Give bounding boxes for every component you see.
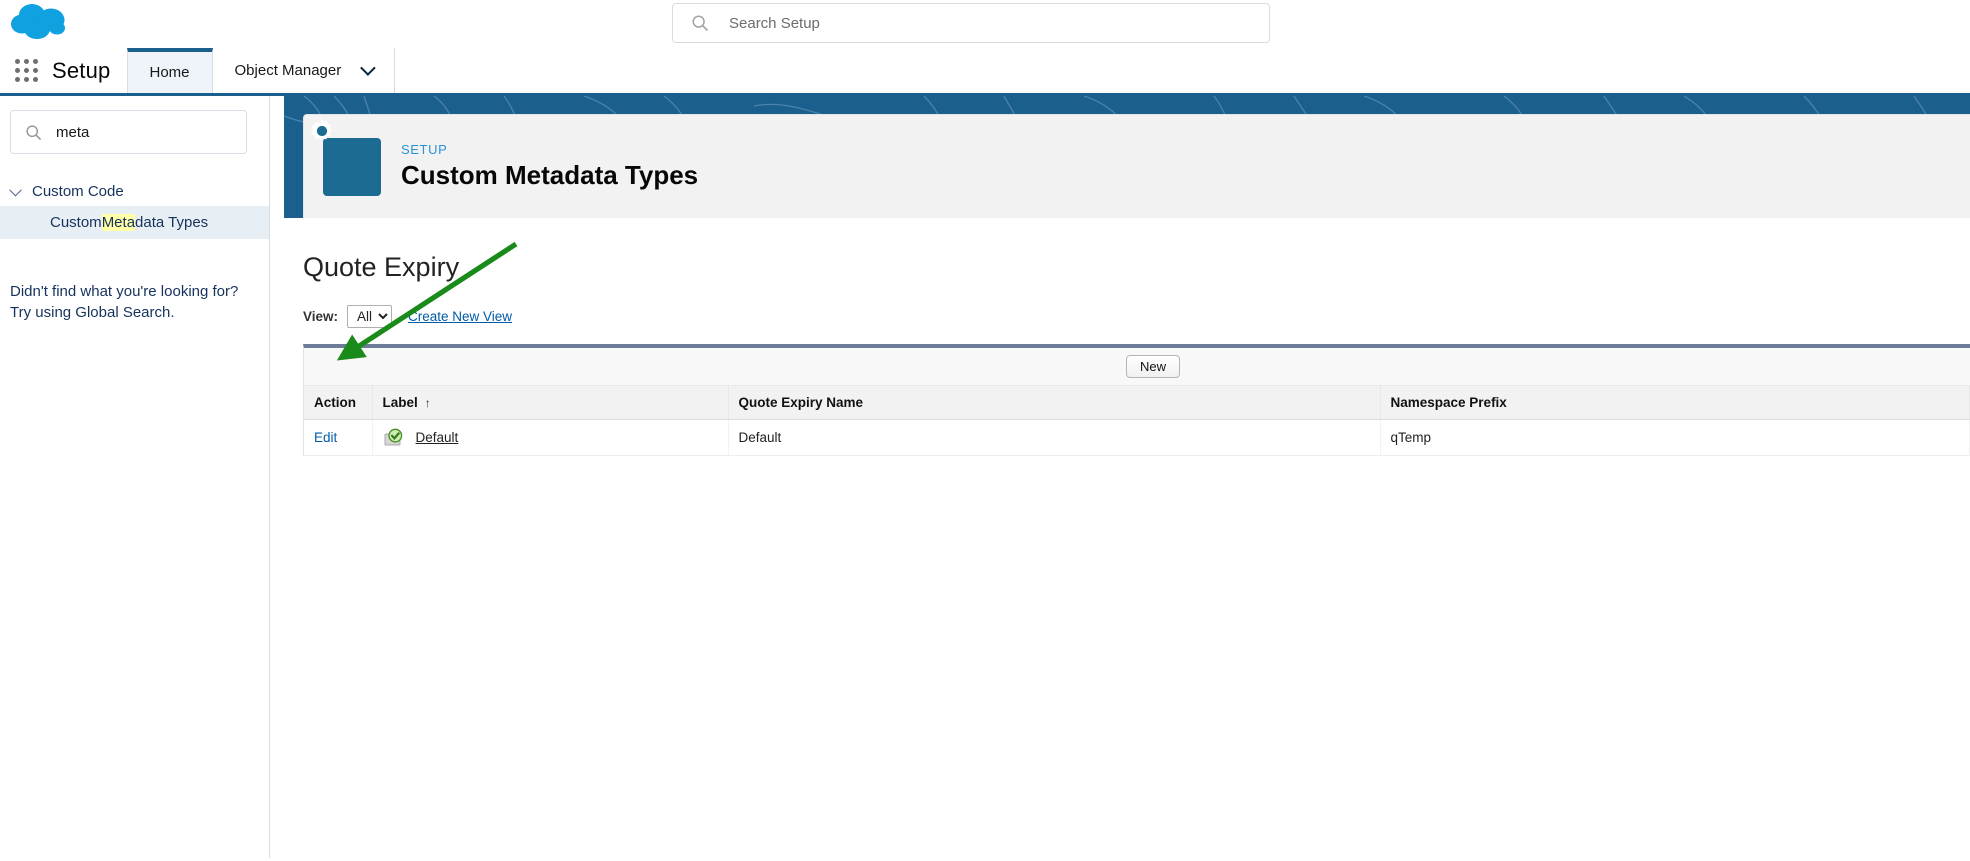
- page-header-card: SETUP Custom Metadata Types: [303, 114, 1970, 218]
- edit-link[interactable]: Edit: [314, 430, 337, 445]
- list-view-container: Quote Expiry View: All Create New View N…: [303, 234, 1970, 858]
- page-title: Custom Metadata Types: [401, 160, 699, 190]
- cell-quote-expiry-name: Default: [728, 419, 1381, 456]
- quick-find-input[interactable]: [54, 122, 214, 142]
- column-header-namespace-prefix[interactable]: Namespace Prefix: [1380, 386, 1970, 420]
- active-check-icon: [384, 428, 402, 446]
- column-header-quote-expiry-name[interactable]: Quote Expiry Name: [728, 386, 1381, 420]
- setup-tree: Custom Code Custom Meta data Types: [0, 176, 269, 239]
- view-controls: View: All Create New View: [303, 305, 1970, 328]
- body-area: Custom Code Custom Metadata Types Didn't…: [0, 96, 1970, 858]
- tab-home[interactable]: Home: [126, 48, 213, 93]
- column-header-quote-expiry-name-label: Quote Expiry Name: [738, 395, 864, 410]
- record-label-link[interactable]: Default: [416, 430, 459, 445]
- global-header: [0, 0, 1970, 48]
- app-launcher-waffle-icon[interactable]: [0, 48, 52, 93]
- global-search-box[interactable]: [672, 3, 1270, 43]
- quick-find-box[interactable]: [10, 110, 247, 154]
- sort-ascending-arrow: ↑: [424, 396, 431, 410]
- salesforce-cloud-logo[interactable]: [10, 2, 72, 44]
- sidebar-item-label-prefix: Custom: [50, 214, 102, 231]
- column-header-action-label: Action: [314, 395, 356, 410]
- chevron-down-icon[interactable]: [6, 182, 24, 200]
- setup-tabs: Home Object Manager: [126, 48, 396, 93]
- column-header-label-text: Label: [382, 395, 418, 410]
- create-new-view-link[interactable]: Create New View: [408, 309, 512, 324]
- search-icon: [692, 15, 709, 32]
- view-label: View:: [303, 309, 339, 324]
- column-header-action[interactable]: Action: [304, 386, 373, 420]
- object-title: Quote Expiry: [303, 252, 460, 282]
- tab-object-manager-label: Object Manager: [234, 62, 342, 79]
- setup-label: Setup: [52, 57, 111, 83]
- sidebar-item-custom-metadata-types[interactable]: Custom Meta data Types: [0, 206, 269, 239]
- table-row: Edit Default Default qTemp: [304, 419, 1970, 456]
- cell-label: Default: [372, 419, 729, 456]
- new-button[interactable]: New: [1126, 355, 1181, 378]
- sidebar-item-label-highlight: Meta: [101, 214, 136, 231]
- setup-nav-bar: Setup Home Object Manager: [0, 48, 1970, 96]
- cell-action: Edit: [304, 419, 373, 456]
- list-toolbar: New: [304, 348, 1970, 386]
- records-table: Action Label ↑ Quote Expiry Name Namespac…: [304, 386, 1970, 456]
- cell-namespace-prefix: qTemp: [1380, 419, 1970, 456]
- table-header-row: Action Label ↑ Quote Expiry Name Namespac…: [304, 386, 1970, 420]
- gear-icon: [309, 119, 381, 196]
- column-header-label[interactable]: Label ↑: [372, 386, 729, 420]
- search-icon: [26, 124, 42, 140]
- list-table-wrapper: New Action Label ↑ Quote Expiry Name Nam…: [303, 344, 1970, 456]
- search-input[interactable]: [727, 13, 1227, 33]
- sidebar-item-label-suffix: data Types: [135, 214, 209, 231]
- tab-object-manager[interactable]: Object Manager: [213, 48, 396, 93]
- page-header-eyebrow: SETUP: [401, 142, 448, 157]
- chevron-down-icon[interactable]: [360, 60, 376, 79]
- view-select[interactable]: All: [347, 305, 393, 328]
- column-header-namespace-prefix-label: Namespace Prefix: [1390, 395, 1507, 410]
- page-header-banner: SETUP Custom Metadata Types: [284, 96, 1970, 218]
- tab-home-label: Home: [149, 64, 190, 81]
- sidebar-help-note: Didn't find what you're looking for? Try…: [10, 283, 239, 321]
- main-content: SETUP Custom Metadata Types Quote Expiry…: [270, 96, 1970, 858]
- sidebar-branch-custom-code[interactable]: Custom Code: [0, 176, 269, 206]
- setup-sidebar: Custom Code Custom Metadata Types Didn't…: [0, 96, 270, 858]
- sidebar-branch-label: Custom Code: [32, 182, 124, 200]
